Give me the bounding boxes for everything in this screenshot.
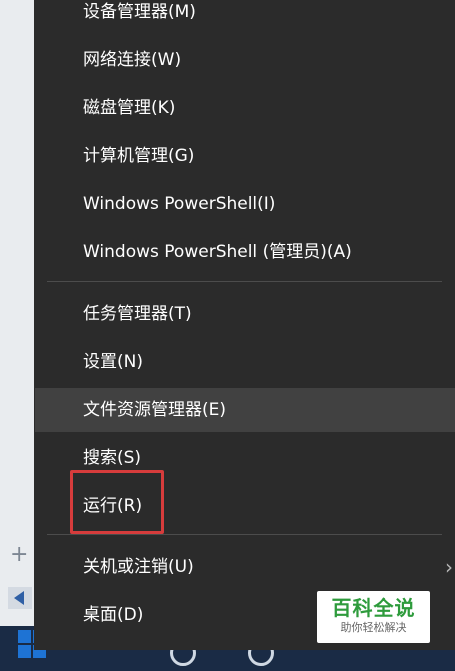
winx-context-menu: 设备管理器(M) 网络连接(W) 磁盘管理(K) 计算机管理(G) Window… [34, 0, 455, 650]
menu-item-label: 桌面(D) [83, 605, 144, 625]
back-arrow-icon[interactable] [8, 587, 32, 609]
menu-item-label: Windows PowerShell(I) [83, 194, 276, 214]
menu-item-label: 运行(R) [83, 496, 143, 516]
menu-item-device-manager[interactable]: 设备管理器(M) [35, 0, 455, 32]
menu-item-search[interactable]: 搜索(S) [35, 438, 455, 478]
menu-separator [47, 534, 442, 535]
menu-item-label: 搜索(S) [83, 448, 142, 468]
menu-item-powershell[interactable]: Windows PowerShell(I) [35, 184, 455, 224]
menu-item-task-manager[interactable]: 任务管理器(T) [35, 294, 455, 334]
watermark-title: 百科全说 [331, 596, 416, 620]
menu-item-label: 磁盘管理(K) [83, 98, 176, 118]
menu-item-label: 网络连接(W) [83, 50, 182, 70]
menu-item-network-connections[interactable]: 网络连接(W) [35, 40, 455, 80]
menu-item-settings[interactable]: 设置(N) [35, 342, 455, 382]
menu-item-shutdown-signout[interactable]: 关机或注销(U) › [35, 547, 455, 587]
menu-separator [47, 281, 442, 282]
chevron-right-icon: › [445, 555, 453, 579]
menu-item-label: 文件资源管理器(E) [83, 400, 227, 420]
menu-item-label: 设置(N) [83, 352, 143, 372]
watermark-subtitle: 助你轻松解决 [340, 621, 407, 634]
menu-item-label: 任务管理器(T) [83, 304, 192, 324]
menu-item-label: 设备管理器(M) [83, 2, 196, 22]
menu-item-computer-management[interactable]: 计算机管理(G) [35, 136, 455, 176]
add-icon[interactable]: + [10, 542, 28, 567]
menu-item-label: 计算机管理(G) [83, 146, 195, 166]
background-window: + [0, 0, 34, 671]
menu-item-powershell-admin[interactable]: Windows PowerShell (管理员)(A) [35, 232, 455, 272]
menu-item-file-explorer[interactable]: 文件资源管理器(E) [35, 388, 455, 432]
watermark-logo: 百科全说 助你轻松解决 [317, 591, 430, 643]
menu-item-run[interactable]: 运行(R) [35, 486, 455, 526]
menu-item-label: 关机或注销(U) [83, 557, 194, 577]
menu-item-disk-management[interactable]: 磁盘管理(K) [35, 88, 455, 128]
menu-item-label: Windows PowerShell (管理员)(A) [83, 242, 352, 262]
